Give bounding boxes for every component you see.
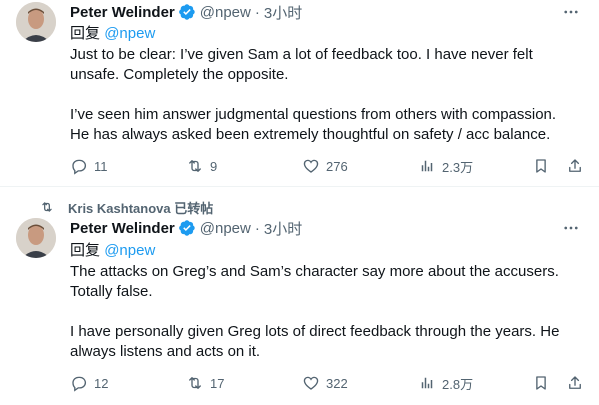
bookmark-button[interactable] [532, 371, 550, 395]
views-count: 2.3万 [442, 159, 474, 175]
tweet-text: The attacks on Greg’s and Sam’s characte… [70, 262, 580, 362]
retweet-context-text: Kris Kashtanova 已转帖 [68, 200, 214, 216]
heart-icon [303, 376, 319, 390]
share-icon [569, 376, 581, 389]
retweet-button[interactable]: 17 [186, 371, 224, 395]
reply-icon [72, 376, 87, 392]
tweet-text-line: I have personally given Greg lots of dir… [70, 323, 560, 340]
reply-button[interactable]: 12 [70, 371, 108, 395]
retweet-icon [42, 202, 52, 212]
bookmark-button[interactable] [532, 154, 550, 178]
retweet-count: 17 [210, 375, 225, 391]
verified-badge-icon [178, 219, 196, 237]
tweet-header: Peter Welinder @npew · 3小时 [70, 2, 302, 22]
reply-icon [72, 159, 87, 175]
bookmark-icon [536, 376, 546, 390]
like-button[interactable]: 322 [302, 371, 348, 395]
reply-count: 11 [94, 158, 108, 174]
reply-count: 12 [94, 375, 109, 391]
retweet-icon [189, 377, 201, 389]
tweet[interactable]: Kris Kashtanova 已转帖 Peter Welinder @npew… [0, 187, 599, 405]
views-button[interactable]: 2.8万 [418, 371, 473, 395]
tweet-text-line: He has always asked been extremely thoug… [70, 126, 551, 143]
tweet-timestamp[interactable]: 3小时 [264, 218, 302, 239]
reply-prefix: 回复 [70, 25, 101, 42]
tweet-text-line: always listens and acts on it. [70, 343, 261, 360]
tweet[interactable]: Peter Welinder @npew · 3小时 回复 @npew Just… [0, 0, 599, 187]
author-handle[interactable]: @npew [200, 220, 251, 237]
reply-to-line: 回复 @npew [70, 22, 155, 43]
separator-dot: · [254, 219, 260, 237]
more-dots-icon[interactable] [561, 2, 581, 22]
author-handle[interactable]: @npew [200, 4, 251, 21]
heart-icon [303, 159, 319, 173]
bookmark-icon [536, 159, 546, 173]
like-count: 276 [326, 158, 348, 174]
more-dots-icon[interactable] [561, 218, 581, 238]
views-button[interactable]: 2.3万 [418, 154, 473, 178]
reply-mention-link[interactable]: @npew [104, 25, 155, 42]
views-icon [421, 377, 433, 389]
tweet-timestamp[interactable]: 3小时 [264, 2, 302, 23]
like-button[interactable]: 276 [302, 154, 348, 178]
tweet-text-line: I’ve seen him answer judgmental question… [70, 106, 557, 123]
tweet-actions: 12 17 322 2.8万 [66, 371, 586, 395]
author-name[interactable]: Peter Welinder [70, 4, 175, 21]
share-button[interactable] [566, 154, 584, 178]
author-name[interactable]: Peter Welinder [70, 220, 175, 237]
retweet-button[interactable]: 9 [186, 154, 217, 178]
tweet-text-line: Totally false. [70, 283, 153, 300]
reply-button[interactable]: 11 [70, 154, 108, 178]
like-count: 322 [326, 375, 348, 391]
reply-to-line: 回复 @npew [70, 239, 155, 260]
tweet-text: Just to be clear: I’ve given Sam a lot o… [70, 45, 580, 145]
retweet-icon [189, 160, 201, 172]
share-button[interactable] [566, 371, 584, 395]
avatar[interactable] [16, 2, 56, 42]
retweet-count: 9 [210, 158, 218, 174]
reply-mention-link[interactable]: @npew [104, 242, 155, 259]
avatar[interactable] [16, 218, 56, 258]
reply-prefix: 回复 [70, 242, 101, 259]
retweet-context[interactable]: Kris Kashtanova 已转帖 [40, 199, 214, 216]
views-count: 2.8万 [442, 376, 474, 392]
separator-dot: · [254, 3, 260, 21]
tweet-actions: 11 9 276 2.3万 [66, 154, 586, 178]
tweet-header: Peter Welinder @npew · 3小时 [70, 218, 302, 238]
verified-badge-icon [178, 3, 196, 21]
share-icon [569, 159, 581, 172]
tweet-text-line: The attacks on Greg’s and Sam’s characte… [70, 263, 559, 280]
views-icon [421, 160, 433, 172]
tweet-text-line: Just to be clear: I’ve given Sam a lot o… [70, 46, 533, 63]
tweet-text-line: unsafe. Completely the opposite. [70, 66, 289, 83]
